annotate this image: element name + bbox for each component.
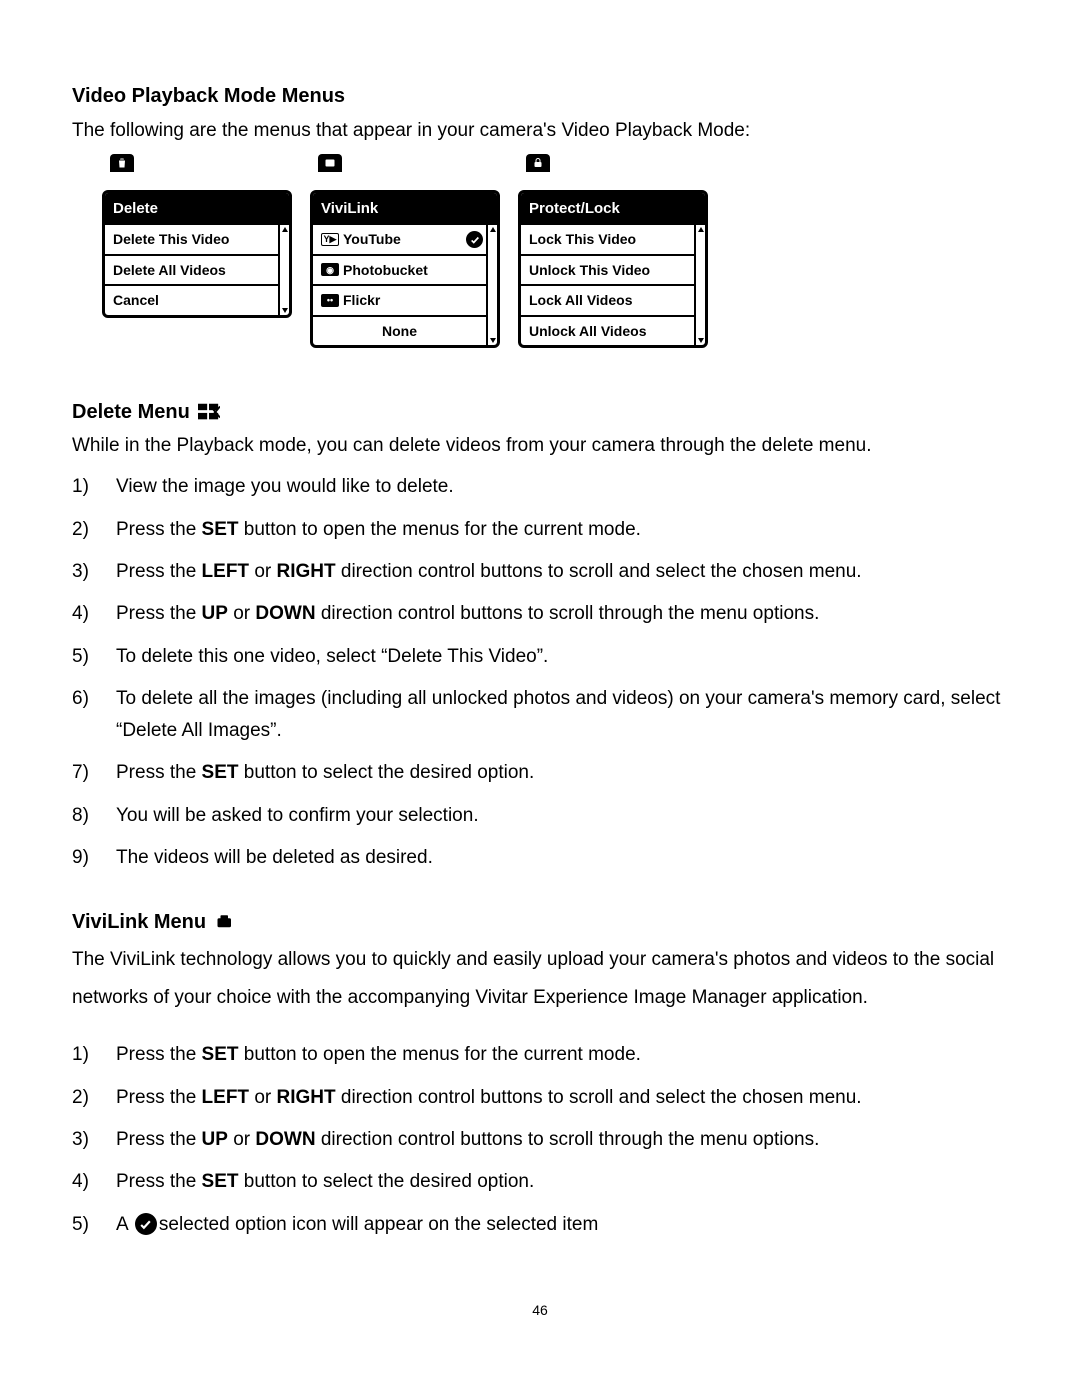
menu-preview-vivilink: ViviLink Y▶ YouTube ◉ Photobucket xyxy=(310,172,500,348)
step-number: 2) xyxy=(72,514,116,546)
step-number: 5) xyxy=(72,641,116,673)
menu-title: Protect/Lock xyxy=(521,193,705,225)
step-text: Press the SET button to open the menus f… xyxy=(116,1039,1008,1071)
step-number: 1) xyxy=(72,1039,116,1071)
step-number: 6) xyxy=(72,683,116,748)
step-text: To delete all the images (including all … xyxy=(116,683,1008,748)
step-number: 4) xyxy=(72,1166,116,1198)
step-number: 9) xyxy=(72,842,116,874)
vivilink-menu-intro: The ViviLink technology allows you to qu… xyxy=(72,941,1008,1017)
menu-preview-protect: Protect/Lock Lock This Video Unlock This… xyxy=(518,172,708,348)
menu-item: ◉ Photobucket xyxy=(313,254,486,284)
step-text: View the image you would like to delete. xyxy=(116,471,1008,503)
step-number: 1) xyxy=(72,471,116,503)
step-text: Press the SET button to select the desir… xyxy=(116,757,1008,789)
scroll-up-icon xyxy=(698,227,704,232)
step-number: 7) xyxy=(72,757,116,789)
scroll-down-icon xyxy=(490,338,496,343)
menu-item: Cancel xyxy=(105,284,278,314)
menu-title: ViviLink xyxy=(313,193,497,225)
menu-preview-delete: Delete Delete This Video Delete All Vide… xyxy=(102,172,292,348)
scroll-down-icon xyxy=(698,338,704,343)
vivilink-menu-steps: 1)Press the SET button to open the menus… xyxy=(72,1039,1008,1240)
trash-icon xyxy=(110,154,134,172)
heading-vivilink-menu: ViviLink Menu xyxy=(72,906,206,938)
photobucket-icon: ◉ xyxy=(321,263,339,276)
step-text: You will be asked to confirm your select… xyxy=(116,800,1008,832)
menu-item: None xyxy=(313,315,486,345)
scroll-up-icon xyxy=(282,227,288,232)
heading-delete-menu: Delete Menu xyxy=(72,396,190,428)
step-text: A selected option icon will appear on th… xyxy=(116,1209,1008,1241)
menu-item: Lock This Video xyxy=(521,225,694,253)
step-text: Press the SET button to open the menus f… xyxy=(116,514,1008,546)
step-number: 3) xyxy=(72,556,116,588)
step-number: 8) xyxy=(72,800,116,832)
scroll-up-icon xyxy=(490,227,496,232)
intro-text: The following are the menus that appear … xyxy=(72,116,1008,146)
youtube-icon: Y▶ xyxy=(321,233,339,246)
menu-item: Y▶ YouTube xyxy=(313,225,486,253)
delete-menu-steps: 1)View the image you would like to delet… xyxy=(72,471,1008,874)
menu-item: Delete All Videos xyxy=(105,254,278,284)
step-number: 5) xyxy=(72,1209,116,1241)
delete-menu-intro: While in the Playback mode, you can dele… xyxy=(72,431,1008,461)
delete-menu-icon xyxy=(198,403,220,421)
vivilink-icon xyxy=(318,154,342,172)
step-text: The videos will be deleted as desired. xyxy=(116,842,1008,874)
menu-title: Delete xyxy=(105,193,289,225)
selected-check-icon xyxy=(466,231,483,248)
flickr-icon: •• xyxy=(321,294,339,307)
scrollbar xyxy=(278,225,289,314)
step-text: To delete this one video, select “Delete… xyxy=(116,641,1008,673)
page-number: 46 xyxy=(72,1299,1008,1321)
step-text: Press the LEFT or RIGHT direction contro… xyxy=(116,556,1008,588)
step-text: Press the SET button to select the desir… xyxy=(116,1166,1008,1198)
scrollbar xyxy=(694,225,705,345)
step-number: 4) xyxy=(72,598,116,630)
menu-item: Unlock This Video xyxy=(521,254,694,284)
step-text: Press the LEFT or RIGHT direction contro… xyxy=(116,1082,1008,1114)
lock-icon xyxy=(526,154,550,172)
menu-item: Delete This Video xyxy=(105,225,278,253)
heading-video-playback-menus: Video Playback Mode Menus xyxy=(72,80,1008,112)
step-text: Press the UP or DOWN direction control b… xyxy=(116,598,1008,630)
vivilink-menu-icon xyxy=(214,913,236,931)
selected-check-icon xyxy=(135,1213,157,1235)
step-number: 2) xyxy=(72,1082,116,1114)
menu-item: Lock All Videos xyxy=(521,284,694,314)
step-text: Press the UP or DOWN direction control b… xyxy=(116,1124,1008,1156)
scrollbar xyxy=(486,225,497,345)
step-number: 3) xyxy=(72,1124,116,1156)
scroll-down-icon xyxy=(282,308,288,313)
menu-previews-row: Delete Delete This Video Delete All Vide… xyxy=(102,172,1008,348)
menu-item: •• Flickr xyxy=(313,284,486,314)
menu-item: Unlock All Videos xyxy=(521,315,694,345)
